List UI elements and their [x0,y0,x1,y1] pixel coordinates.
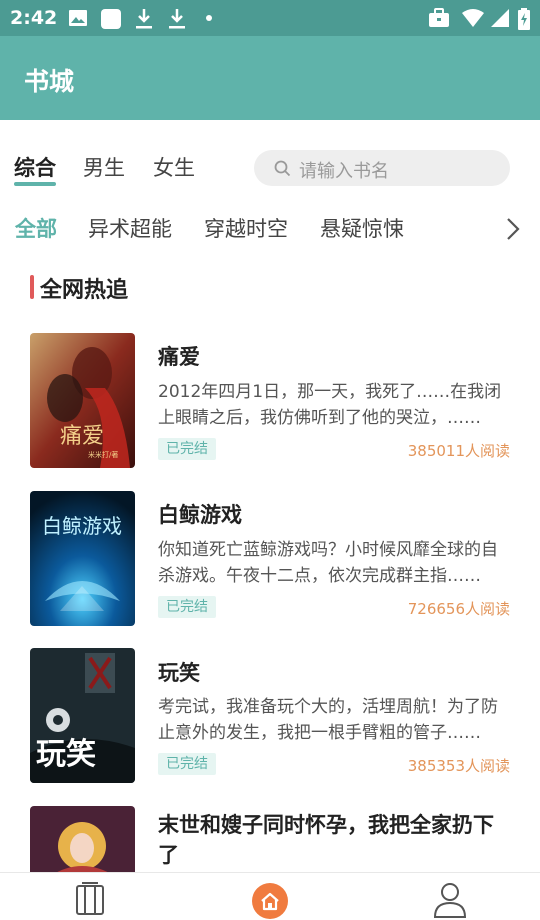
tab-active-indicator [14,182,56,186]
cover-title: 痛爱 [60,424,104,449]
bookshelf-icon[interactable] [74,881,106,917]
app-bar: 书城 [0,36,540,120]
book-cover[interactable]: 痛爱 米米打/著 [30,333,135,468]
briefcase-icon [429,8,449,27]
status-badge: 已完结 [158,438,216,460]
image-icon [69,10,87,26]
bottom-nav [0,872,540,920]
section-marker [30,275,34,299]
book-description: 2012年四月1日，那一天，我死了……在我闭上眼睛之后，我仿佛听到了他的哭泣，…… [158,382,502,428]
status-badge: 已完结 [158,753,216,775]
reader-count: 726656人阅读 [407,600,510,618]
book-title[interactable]: 末世和嫂子同时怀孕，我把全家扔下了 [158,810,508,870]
book-title[interactable]: 白鲸游戏 [158,500,508,530]
chevron-right-icon[interactable] [505,217,521,241]
category-suspense[interactable]: 悬疑惊悚 [320,213,404,243]
book-title[interactable]: 痛爱 [158,342,508,372]
category-supernatural[interactable]: 异术超能 [88,213,172,243]
download-icon [169,9,185,29]
category-time-travel[interactable]: 穿越时空 [204,213,288,243]
status-badge: 已完结 [158,596,216,618]
book-cover[interactable]: 玩笑 [30,648,135,783]
cover-title: 玩笑 [36,737,96,772]
section-title: 全网热追 [40,278,129,303]
reader-count: 385353人阅读 [407,757,510,775]
status-time: 2:42 [10,7,58,29]
profile-icon[interactable] [432,881,468,919]
reader-count: 385011人阅读 [407,442,510,460]
wifi-icon [462,9,484,27]
tab-comprehensive[interactable]: 综合 [14,152,56,182]
page-title: 书城 [24,67,75,96]
signal-icon [491,9,509,27]
app-icon [101,9,121,29]
search-placeholder: 请输入书名 [299,161,389,182]
category-all[interactable]: 全部 [15,213,57,243]
tab-male[interactable]: 男生 [83,152,125,182]
battery-charging-icon [518,8,530,30]
book-description: 你知道死亡蓝鲸游戏吗？小时候风靡全球的自杀游戏。午夜十二点，依次完成群主指…… [158,540,498,586]
search-icon [274,160,291,177]
book-cover[interactable]: 白鲸游戏 [30,491,135,626]
cover-title: 白鲸游戏 [42,514,122,538]
cover-author: 米米打/著 [88,450,118,459]
tab-female[interactable]: 女生 [153,152,195,182]
book-title[interactable]: 玩笑 [158,658,508,688]
book-description: 考完试，我准备玩个大的，活埋周航！为了防止意外的发生，我把一根手臂粗的管子…… [158,697,498,743]
home-icon[interactable] [252,883,288,919]
dot-icon [206,15,212,21]
status-bar: 2:42 [0,0,540,36]
download-icon [136,9,152,29]
